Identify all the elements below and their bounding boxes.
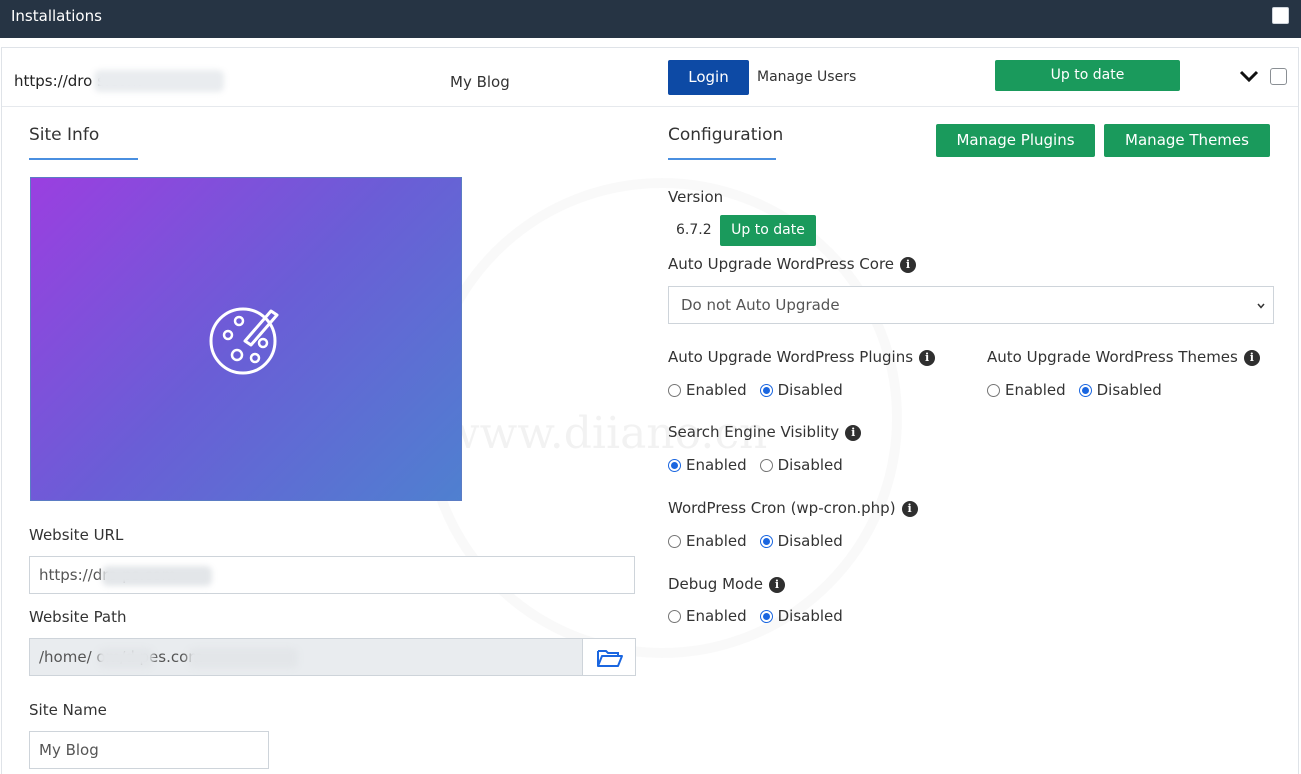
radio-label: Disabled — [777, 381, 843, 399]
site-info-underline — [29, 158, 138, 160]
redacted-blur — [94, 70, 224, 92]
info-icon[interactable]: i — [900, 256, 917, 273]
info-icon[interactable]: i — [1243, 349, 1260, 366]
installation-card: www.diiano.cn https://dro s.com My Blog … — [1, 47, 1299, 774]
debug-enabled-radio[interactable] — [668, 609, 681, 623]
search-engine-label: Search Engine Visiblity i — [668, 423, 862, 441]
installation-site-name: My Blog — [450, 73, 510, 91]
site-name-input[interactable]: My Blog — [29, 731, 269, 769]
radio-label: Enabled — [686, 456, 747, 474]
chevron-down-icon — [1257, 303, 1265, 309]
auto-upgrade-plugins-label: Auto Upgrade WordPress Plugins i — [668, 348, 936, 366]
debug-radio-group: Enabled Disabled — [668, 607, 856, 625]
cron-enabled-radio[interactable] — [668, 534, 681, 548]
site-name-label: Site Name — [29, 701, 107, 719]
installation-row: https://dro s.com My Blog Login Manage U… — [2, 48, 1298, 107]
plugins-radio-group: Enabled Disabled — [668, 381, 856, 399]
select-all-checkbox[interactable] — [1272, 7, 1289, 24]
radio-label: Enabled — [686, 532, 747, 550]
auto-upgrade-themes-label: Auto Upgrade WordPress Themes i — [987, 348, 1260, 366]
cron-disabled-radio[interactable] — [759, 534, 773, 548]
radio-label: Enabled — [686, 607, 747, 625]
plugins-enabled-radio[interactable] — [668, 383, 681, 397]
info-icon[interactable]: i — [901, 500, 918, 517]
themes-radio-group: Enabled Disabled — [987, 381, 1175, 399]
site-info-title: Site Info — [29, 125, 100, 145]
chevron-down-icon[interactable] — [1239, 68, 1259, 84]
browse-folder-button[interactable] — [582, 638, 636, 676]
radio-label: Disabled — [777, 532, 843, 550]
seo-disabled-radio[interactable] — [759, 458, 773, 472]
version-value: 6.7.2 — [676, 222, 712, 238]
website-path-label: Website Path — [29, 608, 127, 626]
page-title: Installations — [11, 7, 102, 25]
redacted-blur — [98, 648, 153, 668]
status-badge[interactable]: Up to date — [995, 60, 1180, 91]
seo-radio-group: Enabled Disabled — [668, 456, 856, 474]
themes-disabled-radio[interactable] — [1078, 383, 1092, 397]
cron-radio-group: Enabled Disabled — [668, 532, 856, 550]
radio-label: Disabled — [777, 607, 843, 625]
folder-open-icon — [597, 650, 623, 667]
info-icon[interactable]: i — [768, 576, 785, 593]
info-icon[interactable]: i — [845, 424, 862, 441]
debug-mode-label: Debug Mode i — [668, 575, 785, 593]
radio-label: Enabled — [686, 381, 747, 399]
themes-enabled-radio[interactable] — [987, 383, 1000, 397]
radio-label: Enabled — [1005, 381, 1066, 399]
seo-enabled-radio[interactable] — [668, 458, 681, 472]
auto-upgrade-core-select[interactable]: Do not Auto Upgrade — [668, 286, 1274, 324]
radio-label: Disabled — [1096, 381, 1162, 399]
debug-disabled-radio[interactable] — [759, 609, 773, 623]
configuration-title: Configuration — [668, 125, 784, 145]
redacted-blur — [188, 648, 298, 668]
auto-upgrade-core-value: Do not Auto Upgrade — [681, 296, 840, 314]
plugins-disabled-radio[interactable] — [759, 383, 773, 397]
top-bar: Installations — [0, 0, 1301, 38]
website-url-label: Website URL — [29, 526, 124, 544]
manage-themes-button[interactable]: Manage Themes — [1104, 124, 1270, 157]
site-screenshot — [30, 177, 462, 501]
version-status-badge[interactable]: Up to date — [720, 215, 816, 246]
manage-users-link[interactable]: Manage Users — [757, 69, 856, 85]
info-icon[interactable]: i — [919, 349, 936, 366]
radio-label: Disabled — [777, 456, 843, 474]
redacted-blur — [102, 566, 212, 586]
auto-upgrade-core-label: Auto Upgrade WordPress Core i — [668, 255, 917, 273]
configuration-underline — [668, 158, 776, 160]
manage-plugins-button[interactable]: Manage Plugins — [936, 124, 1095, 157]
login-button[interactable]: Login — [668, 60, 749, 95]
wp-cron-label: WordPress Cron (wp-cron.php) i — [668, 499, 918, 517]
palette-icon — [209, 307, 279, 375]
version-label: Version — [668, 188, 724, 206]
row-checkbox[interactable] — [1270, 68, 1287, 85]
